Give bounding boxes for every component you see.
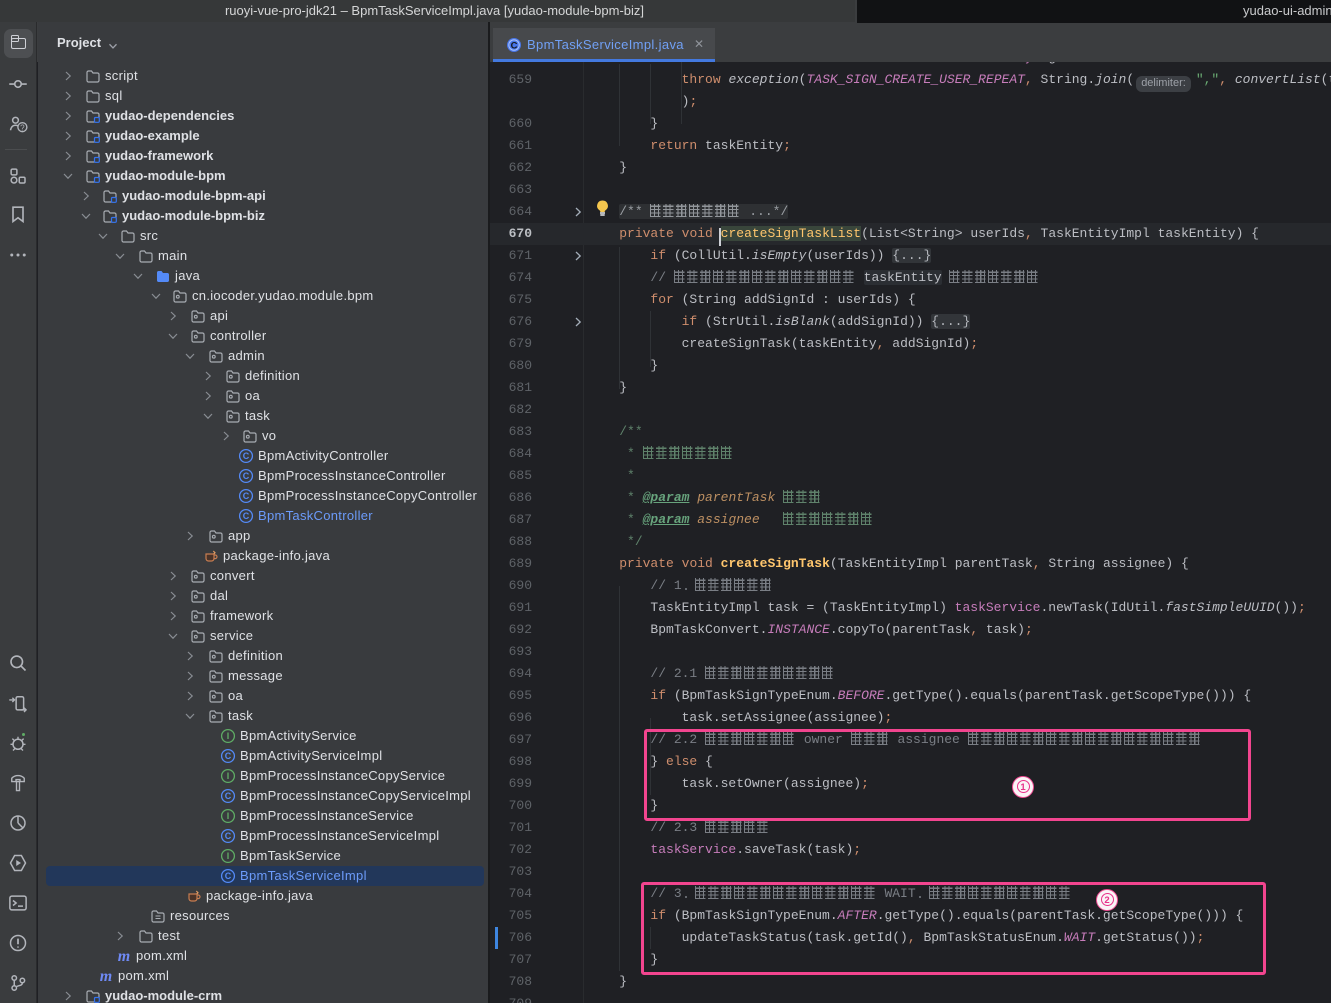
- svg-text:C: C: [225, 751, 232, 761]
- svg-text:C: C: [243, 451, 250, 461]
- svg-text:?: ?: [20, 123, 25, 132]
- svg-text:C: C: [511, 40, 518, 51]
- svg-text:I: I: [227, 771, 230, 781]
- svg-text:I: I: [227, 731, 230, 741]
- svg-text:I: I: [227, 851, 230, 861]
- svg-text:I: I: [227, 811, 230, 821]
- svg-text:C: C: [243, 511, 250, 521]
- svg-text:C: C: [225, 831, 232, 841]
- svg-text:m: m: [100, 968, 112, 984]
- svg-text:C: C: [243, 471, 250, 481]
- svg-text:C: C: [243, 491, 250, 501]
- svg-text:C: C: [225, 871, 232, 881]
- svg-text:C: C: [225, 791, 232, 801]
- svg-text:m: m: [118, 948, 130, 964]
